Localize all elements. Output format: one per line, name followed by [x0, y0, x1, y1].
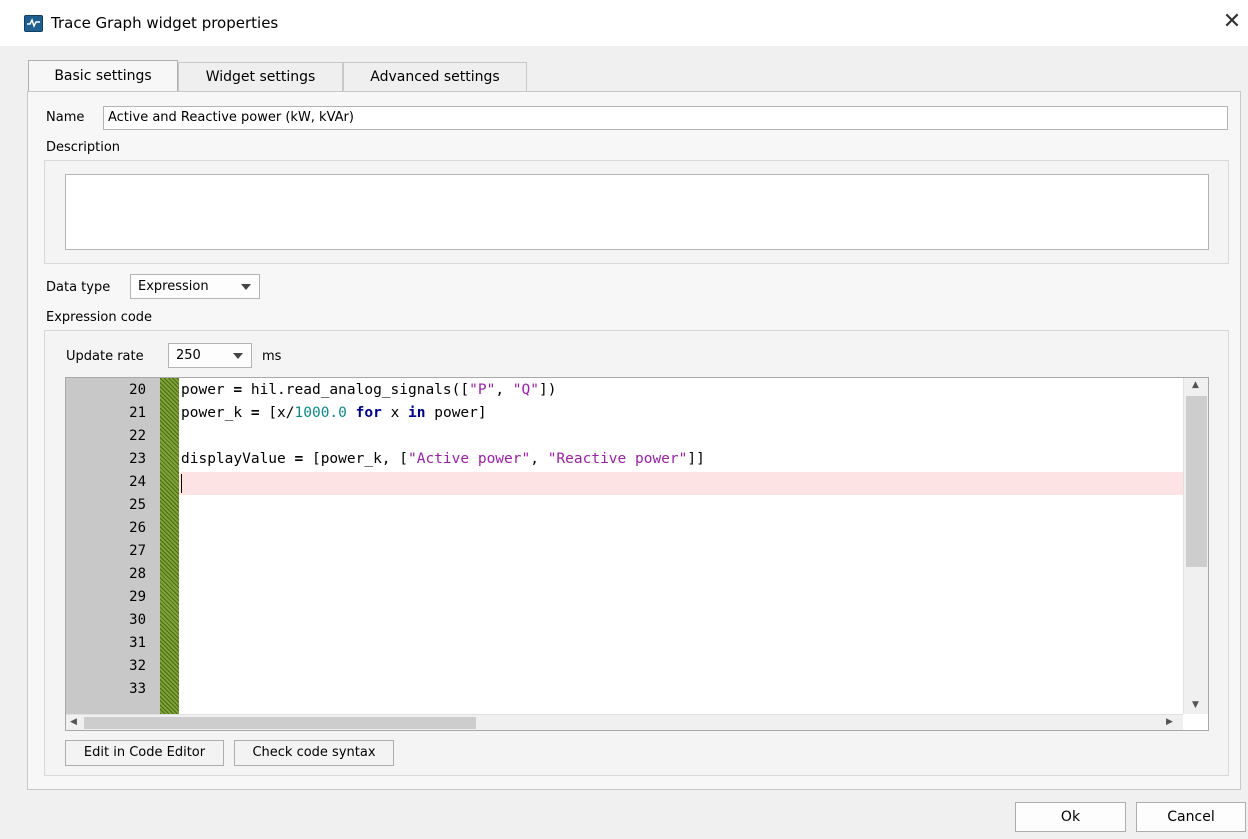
- check-code-syntax-button[interactable]: Check code syntax: [234, 740, 394, 766]
- current-line-highlight: [179, 472, 1183, 495]
- close-icon[interactable]: ✕: [1220, 8, 1244, 36]
- line-number: 22: [129, 428, 146, 444]
- line-number: 26: [129, 520, 146, 536]
- scroll-right-icon[interactable]: ▶: [1166, 717, 1173, 727]
- name-label: Name: [46, 110, 85, 125]
- line-number-gutter: 20 21 22 23 24 25 26 27 28 29 30 31 32 3…: [66, 378, 160, 714]
- title-bar: Trace Graph widget properties ✕: [0, 0, 1248, 46]
- line-number: 25: [129, 497, 146, 513]
- update-rate-label: Update rate: [66, 349, 144, 364]
- description-field[interactable]: [65, 174, 1209, 250]
- code-line-23: displayValue = [power_k, ["Active power"…: [181, 451, 705, 467]
- fold-margin: [160, 378, 179, 714]
- trace-graph-icon: [24, 15, 43, 32]
- scroll-down-icon[interactable]: ▼: [1192, 700, 1199, 710]
- horizontal-scrollbar[interactable]: ◀ ▶: [66, 714, 1183, 730]
- line-number: 31: [129, 635, 146, 651]
- tab-basic-settings[interactable]: Basic settings: [28, 60, 178, 91]
- code-editor[interactable]: 20 21 22 23 24 25 26 27 28 29 30 31 32 3…: [65, 377, 1209, 731]
- line-number: 23: [129, 451, 146, 467]
- scroll-up-icon[interactable]: ▲: [1192, 380, 1199, 390]
- code-line-21: power_k = [x/1000.0 for x in power]: [181, 405, 487, 421]
- line-number: 27: [129, 543, 146, 559]
- window-title: Trace Graph widget properties: [51, 14, 279, 32]
- update-rate-value: 250: [176, 348, 201, 363]
- edit-in-code-editor-button[interactable]: Edit in Code Editor: [65, 740, 224, 766]
- update-rate-select[interactable]: 250: [168, 343, 252, 368]
- vertical-scrollbar[interactable]: ▲ ▼: [1183, 378, 1208, 714]
- name-field[interactable]: Active and Reactive power (kW, kVAr): [103, 106, 1228, 130]
- data-type-value: Expression: [138, 279, 209, 294]
- line-number: 28: [129, 566, 146, 582]
- data-type-label: Data type: [46, 280, 111, 295]
- data-type-select[interactable]: Expression: [130, 274, 260, 299]
- tab-widget-settings[interactable]: Widget settings: [178, 62, 343, 91]
- ok-button[interactable]: Ok: [1015, 802, 1126, 832]
- line-number: 20: [129, 382, 146, 398]
- line-number: 29: [129, 589, 146, 605]
- scroll-left-icon[interactable]: ◀: [70, 717, 77, 727]
- line-number: 30: [129, 612, 146, 628]
- vertical-scroll-thumb[interactable]: [1186, 396, 1207, 567]
- update-rate-unit: ms: [262, 349, 282, 364]
- line-number: 33: [129, 681, 146, 697]
- horizontal-scroll-thumb[interactable]: [84, 717, 476, 729]
- chevron-down-icon: [233, 353, 243, 359]
- expression-code-label: Expression code: [46, 310, 153, 325]
- chevron-down-icon: [241, 284, 251, 290]
- code-line-20: power = hil.read_analog_signals(["P", "Q…: [181, 382, 557, 398]
- description-label: Description: [46, 140, 121, 155]
- line-number: 32: [129, 658, 146, 674]
- tab-advanced-settings[interactable]: Advanced settings: [343, 62, 527, 91]
- cancel-button[interactable]: Cancel: [1136, 802, 1246, 832]
- line-number: 24: [129, 474, 146, 490]
- text-cursor: [181, 474, 182, 493]
- line-number: 21: [129, 405, 146, 421]
